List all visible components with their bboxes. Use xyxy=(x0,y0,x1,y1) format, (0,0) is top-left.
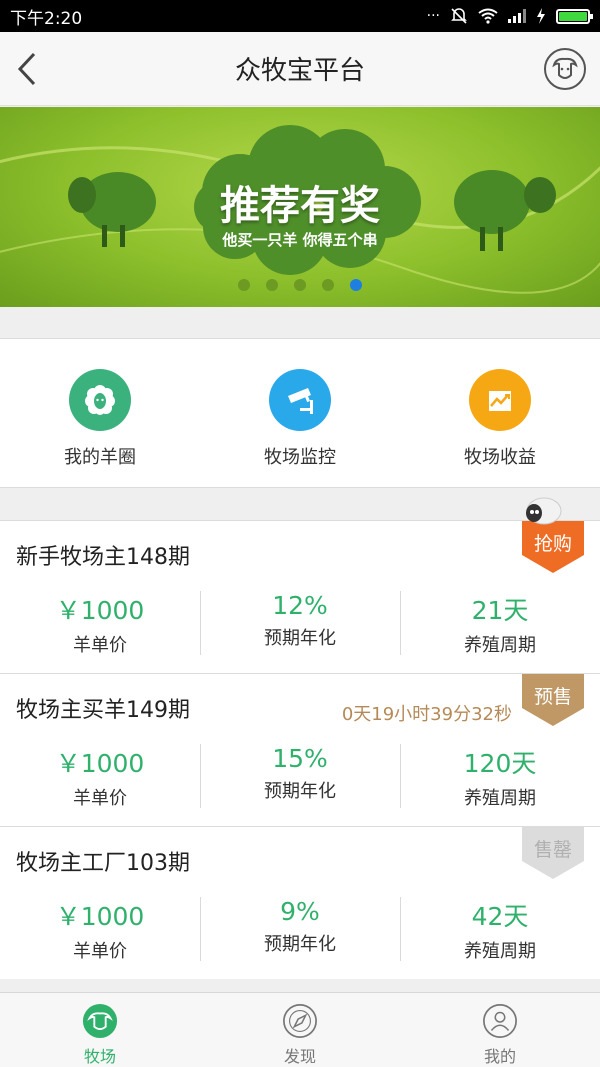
product-stats: ￥1000 羊单价 12% 预期年化 21天 养殖周期 xyxy=(0,589,600,665)
stat-value: ￥1000 xyxy=(55,749,145,778)
sheep-icon xyxy=(552,57,578,79)
stat-value: 21天 xyxy=(471,596,529,625)
tag-label: 抢购 xyxy=(533,533,572,555)
tag-label: 预售 xyxy=(533,686,572,708)
stat-label: 养殖周期 xyxy=(464,941,536,962)
my-pen-button[interactable]: 我的羊圈 xyxy=(0,339,200,487)
stat-value: 12% xyxy=(272,591,328,620)
product-title: 牧场主工厂103期 xyxy=(16,851,190,876)
quick-menu: 我的羊圈 牧场监控 牧场收益 xyxy=(0,338,600,488)
stat-value: 42天 xyxy=(471,902,529,931)
sheep-icon xyxy=(82,1003,118,1039)
page-title: 众牧宝平台 xyxy=(234,56,365,86)
battery-icon xyxy=(556,8,593,24)
sheep-menu-button[interactable] xyxy=(544,48,586,90)
presale-countdown: 0天19小时39分32秒 xyxy=(341,704,512,725)
quick-menu-label: 牧场收益 xyxy=(464,447,536,468)
status-time: 下午2:20 xyxy=(10,8,83,29)
product-stats: ￥1000 羊单价 15% 预期年化 120天 养殖周期 xyxy=(0,742,600,818)
stat-period: 120天 养殖周期 xyxy=(400,742,600,818)
signal-icon xyxy=(508,9,526,23)
stat-label: 预期年化 xyxy=(264,934,336,955)
sold-out-tag: 售罄 xyxy=(522,827,584,879)
tab-discover[interactable]: 发现 xyxy=(200,993,400,1067)
ranch-earnings-button[interactable]: 牧场收益 xyxy=(400,339,600,487)
stat-label: 羊单价 xyxy=(73,635,127,656)
user-icon xyxy=(483,1004,517,1038)
tab-label: 牧场 xyxy=(83,1047,116,1066)
status-bar: 下午2:20 ··· xyxy=(0,0,600,32)
compass-icon xyxy=(283,1004,317,1038)
stat-label: 羊单价 xyxy=(73,788,127,809)
wifi-icon xyxy=(478,8,498,24)
nav-bar: 众牧宝平台 xyxy=(0,32,600,106)
stat-value: ￥1000 xyxy=(55,902,145,931)
product-card[interactable]: 牧场主买羊149期 0天19小时39分32秒 预售 ￥1000 羊单价 15% … xyxy=(0,673,600,826)
product-list: 新手牧场主148期 抢购 ￥1000 羊单价 12% 预期年化 21天 养殖周期… xyxy=(0,497,600,979)
stat-price: ￥1000 羊单价 xyxy=(0,742,200,818)
product-title: 牧场主买羊149期 xyxy=(16,698,190,723)
tab-label: 发现 xyxy=(283,1047,316,1066)
stat-period: 21天 养殖周期 xyxy=(400,589,600,665)
promo-banner[interactable]: 推荐有奖 他买一只羊 你得五个串 xyxy=(0,107,600,307)
tab-ranch[interactable]: 牧场 xyxy=(0,993,200,1067)
tab-label: 我的 xyxy=(483,1047,516,1066)
back-button[interactable] xyxy=(12,50,42,88)
camera-icon xyxy=(269,369,331,431)
product-stats: ￥1000 羊单价 9% 预期年化 42天 养殖周期 xyxy=(0,895,600,971)
banner-subtitle: 他买一只羊 你得五个串 xyxy=(222,231,378,249)
stat-label: 养殖周期 xyxy=(464,788,536,809)
stat-value: ￥1000 xyxy=(55,596,145,625)
stat-label: 预期年化 xyxy=(264,781,336,802)
sheep-mascot-icon xyxy=(526,497,562,525)
chart-icon xyxy=(469,369,531,431)
carousel-dot[interactable] xyxy=(266,279,278,291)
more-icon: ··· xyxy=(426,8,440,24)
mute-icon xyxy=(451,8,467,24)
stat-value: 9% xyxy=(280,897,320,926)
bottom-tab-bar: 牧场 发现 我的 xyxy=(0,992,600,1067)
tab-mine[interactable]: 我的 xyxy=(400,993,600,1067)
carousel-dot[interactable] xyxy=(322,279,334,291)
stat-price: ￥1000 羊单价 xyxy=(0,895,200,971)
stat-price: ￥1000 羊单价 xyxy=(0,589,200,665)
carousel-indicator xyxy=(0,279,600,291)
tag-label: 售罄 xyxy=(533,839,572,861)
stat-rate: 15% 预期年化 xyxy=(200,742,400,818)
stat-rate: 12% 预期年化 xyxy=(200,589,400,665)
banner-title: 推荐有奖 xyxy=(220,183,380,229)
stat-value: 120天 xyxy=(463,749,537,778)
status-icons: ··· xyxy=(426,7,593,25)
ranch-monitor-button[interactable]: 牧场监控 xyxy=(200,339,400,487)
charging-icon xyxy=(537,8,545,24)
stat-label: 羊单价 xyxy=(73,941,127,962)
stat-label: 养殖周期 xyxy=(464,635,536,656)
presale-tag: 预售 xyxy=(522,674,584,726)
product-card[interactable]: 新手牧场主148期 抢购 ￥1000 羊单价 12% 预期年化 21天 养殖周期 xyxy=(0,497,600,673)
stat-label: 预期年化 xyxy=(264,628,336,649)
product-title: 新手牧场主148期 xyxy=(16,545,190,570)
stat-value: 15% xyxy=(272,744,328,773)
carousel-dot-active[interactable] xyxy=(350,279,362,291)
carousel-dot[interactable] xyxy=(294,279,306,291)
quick-menu-label: 我的羊圈 xyxy=(64,447,136,468)
quick-menu-label: 牧场监控 xyxy=(264,447,336,468)
stat-rate: 9% 预期年化 xyxy=(200,895,400,971)
stat-period: 42天 养殖周期 xyxy=(400,895,600,971)
sheep-icon xyxy=(69,369,131,431)
carousel-dot[interactable] xyxy=(238,279,250,291)
product-card[interactable]: 牧场主工厂103期 售罄 ￥1000 羊单价 9% 预期年化 42天 养殖周期 xyxy=(0,826,600,979)
